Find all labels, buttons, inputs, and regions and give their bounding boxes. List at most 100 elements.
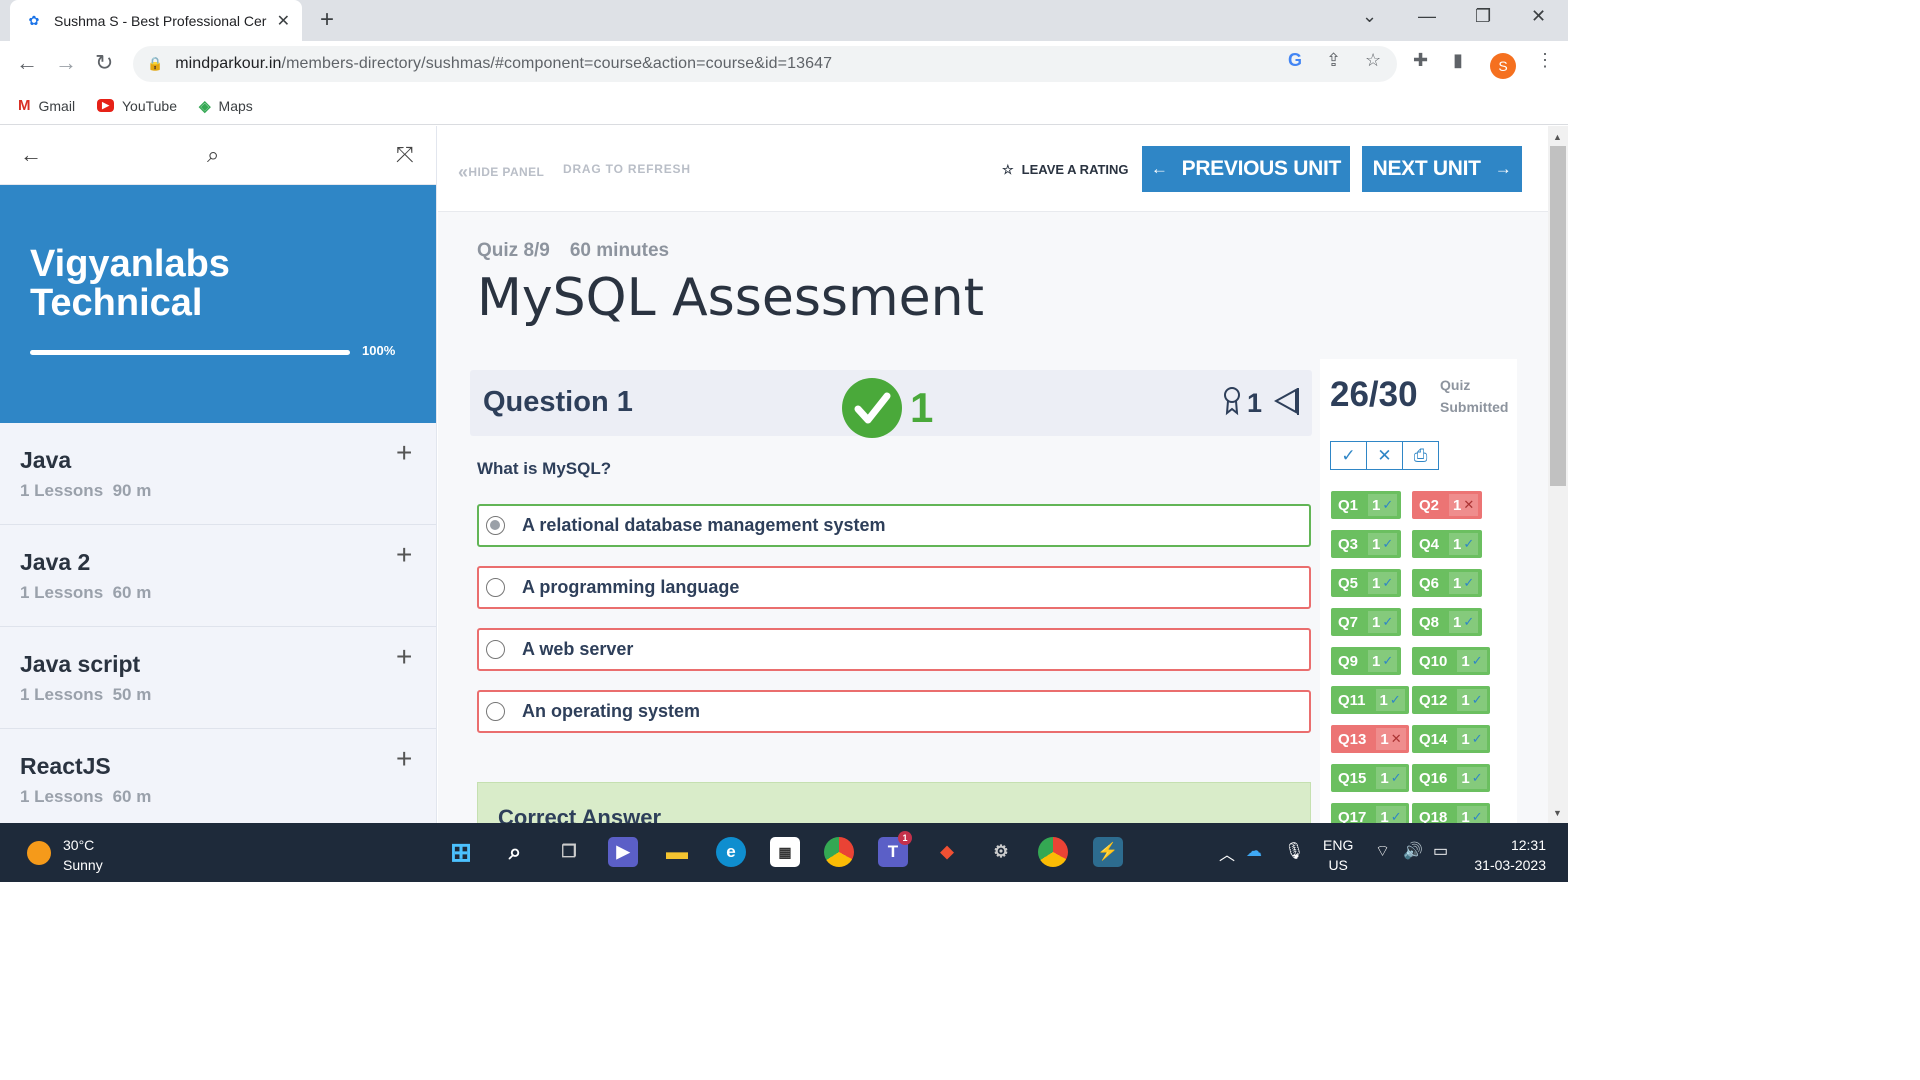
- settings-icon[interactable]: ⚙: [986, 837, 1016, 867]
- leave-rating-link[interactable]: ☆ LEAVE A RATING: [1002, 162, 1129, 178]
- minimize-icon[interactable]: —: [1418, 6, 1436, 27]
- previous-unit-button[interactable]: ← PREVIOUS UNIT: [1142, 146, 1350, 192]
- task-view-icon[interactable]: ❐: [554, 837, 584, 867]
- section-java[interactable]: Java 1 Lessons 90 m +: [0, 423, 436, 525]
- back-icon[interactable]: ←: [16, 51, 38, 75]
- print-icon[interactable]: ⎙: [1402, 441, 1439, 470]
- bookmark-gmail[interactable]: M Gmail: [18, 97, 75, 114]
- forward-icon[interactable]: →: [55, 51, 77, 75]
- expand-icon[interactable]: +: [396, 539, 412, 571]
- extensions-icon[interactable]: ✚: [1413, 50, 1428, 71]
- radio-button[interactable]: [486, 702, 505, 721]
- section-java-2[interactable]: Java 2 1 Lessons 60 m +: [0, 525, 436, 627]
- browser-tab[interactable]: ✿ Sushma S - Best Professional Cer ✕: [10, 0, 302, 41]
- scroll-down-icon[interactable]: ▼: [1553, 808, 1562, 818]
- question-badge-q1[interactable]: Q1 1 ✓: [1331, 491, 1401, 519]
- next-unit-button[interactable]: NEXT UNIT →: [1362, 146, 1522, 192]
- store-icon[interactable]: ▦: [770, 837, 800, 867]
- sidebar-back-icon[interactable]: ←: [20, 142, 42, 168]
- question-badge-q3[interactable]: Q3 1 ✓: [1331, 530, 1401, 558]
- question-badge-q13[interactable]: Q13 1 ✕: [1331, 725, 1409, 753]
- question-badge-q4[interactable]: Q4 1 ✓: [1412, 530, 1482, 558]
- question-points: 1: [1247, 388, 1263, 418]
- question-badge-q15[interactable]: Q15 1 ✓: [1331, 764, 1409, 792]
- question-badge-q18[interactable]: Q18 1 ✓: [1412, 803, 1490, 823]
- question-badge-q14[interactable]: Q14 1 ✓: [1412, 725, 1490, 753]
- question-badge-q6[interactable]: Q6 1 ✓: [1412, 569, 1482, 597]
- clock[interactable]: 12:31 31-03-2023: [1471, 835, 1546, 875]
- search-taskbar-icon[interactable]: ⌕: [500, 837, 530, 867]
- fullscreen-icon[interactable]: ⤧: [396, 142, 414, 168]
- question-badge-q5[interactable]: Q5 1 ✓: [1331, 569, 1401, 597]
- bookmark-youtube[interactable]: ▶ YouTube: [97, 98, 177, 114]
- expand-icon[interactable]: +: [396, 437, 412, 469]
- scroll-up-icon[interactable]: ▲: [1553, 132, 1562, 142]
- share-icon[interactable]: ⇪: [1326, 50, 1341, 71]
- input-language[interactable]: ENG US: [1323, 835, 1353, 875]
- radio-button[interactable]: [486, 516, 505, 535]
- file-explorer-icon[interactable]: ▬: [662, 837, 692, 867]
- award-icon: [1224, 387, 1240, 416]
- google-icon[interactable]: G: [1288, 50, 1302, 71]
- menu-icon[interactable]: ⋮: [1536, 50, 1554, 71]
- question-badge-q16[interactable]: Q16 1 ✓: [1412, 764, 1490, 792]
- onedrive-icon[interactable]: ☁: [1246, 841, 1262, 861]
- restore-icon[interactable]: ❐: [1475, 6, 1491, 27]
- start-icon[interactable]: ⊞: [446, 837, 476, 867]
- close-tab-icon[interactable]: ✕: [277, 11, 290, 31]
- wifi-icon[interactable]: ⌔: [1375, 841, 1390, 861]
- weather-widget[interactable]: 30°C Sunny: [63, 835, 103, 875]
- section-reactjs[interactable]: ReactJS 1 Lessons 60 m +: [0, 729, 436, 823]
- chrome-active-icon[interactable]: [1038, 837, 1068, 867]
- question-badge-q11[interactable]: Q11 1 ✓: [1331, 686, 1409, 714]
- reload-icon[interactable]: ↻: [95, 51, 113, 75]
- filter-wrong-icon[interactable]: ✕: [1366, 441, 1403, 470]
- points-value: 1: [1453, 535, 1462, 553]
- new-tab-icon[interactable]: +: [320, 6, 334, 34]
- section-name: ReactJS: [20, 753, 111, 779]
- question-badge-q8[interactable]: Q8 1 ✓: [1412, 608, 1482, 636]
- mic-muted-icon[interactable]: 🎙: [1284, 841, 1304, 861]
- tab-search-icon[interactable]: ⌄: [1362, 6, 1377, 27]
- scroll-thumb[interactable]: [1550, 146, 1566, 486]
- chrome-icon[interactable]: [824, 837, 854, 867]
- battery-icon[interactable]: ▭: [1433, 841, 1448, 861]
- expand-icon[interactable]: +: [396, 743, 412, 775]
- page-scrollbar[interactable]: ▲ ▼: [1548, 126, 1568, 823]
- flag-icon[interactable]: [1274, 386, 1300, 416]
- bookmark-maps[interactable]: ◈ Maps: [199, 97, 253, 115]
- section-java-script[interactable]: Java script 1 Lessons 50 m +: [0, 627, 436, 729]
- filter-correct-icon[interactable]: ✓: [1330, 441, 1367, 470]
- edge-icon[interactable]: e: [716, 837, 746, 867]
- sun-icon[interactable]: [27, 841, 51, 865]
- close-window-icon[interactable]: ✕: [1531, 6, 1546, 27]
- answer-option[interactable]: A programming language: [477, 566, 1311, 609]
- answer-option[interactable]: A web server: [477, 628, 1311, 671]
- git-icon[interactable]: ◆: [932, 837, 962, 867]
- chat-icon[interactable]: ▶: [608, 837, 638, 867]
- check-icon: ✓: [1471, 809, 1483, 823]
- bookmark-star-icon[interactable]: ☆: [1365, 50, 1381, 71]
- radio-button[interactable]: [486, 578, 505, 597]
- expand-icon[interactable]: +: [396, 641, 412, 673]
- avatar[interactable]: S: [1490, 53, 1516, 79]
- mysql-workbench-icon[interactable]: ⚡: [1093, 837, 1123, 867]
- question-badge-q2[interactable]: Q2 1 ✕: [1412, 491, 1482, 519]
- search-icon[interactable]: ⌕: [207, 142, 219, 168]
- check-icon: ✓: [1382, 614, 1394, 629]
- tray-chevron-icon[interactable]: ︿: [1219, 841, 1235, 865]
- volume-icon[interactable]: 🔊: [1403, 841, 1423, 861]
- answer-option[interactable]: A relational database management system: [477, 504, 1311, 547]
- radio-button[interactable]: [486, 640, 505, 659]
- question-badge-q17[interactable]: Q17 1 ✓: [1331, 803, 1409, 823]
- answer-option[interactable]: An operating system: [477, 690, 1311, 733]
- question-badge-q7[interactable]: Q7 1 ✓: [1331, 608, 1401, 636]
- address-bar[interactable]: 🔒 mindparkour.in/members-directory/sushm…: [133, 46, 1397, 82]
- question-badge-q12[interactable]: Q12 1 ✓: [1412, 686, 1490, 714]
- teams-icon[interactable]: T1: [878, 831, 912, 867]
- hide-panel-link[interactable]: «HIDE PANEL: [458, 162, 544, 183]
- side-panel-icon[interactable]: ▮: [1453, 50, 1463, 71]
- question-badge-q10[interactable]: Q10 1 ✓: [1412, 647, 1490, 675]
- question-badge-q9[interactable]: Q9 1 ✓: [1331, 647, 1401, 675]
- question-id: Q1: [1338, 496, 1359, 514]
